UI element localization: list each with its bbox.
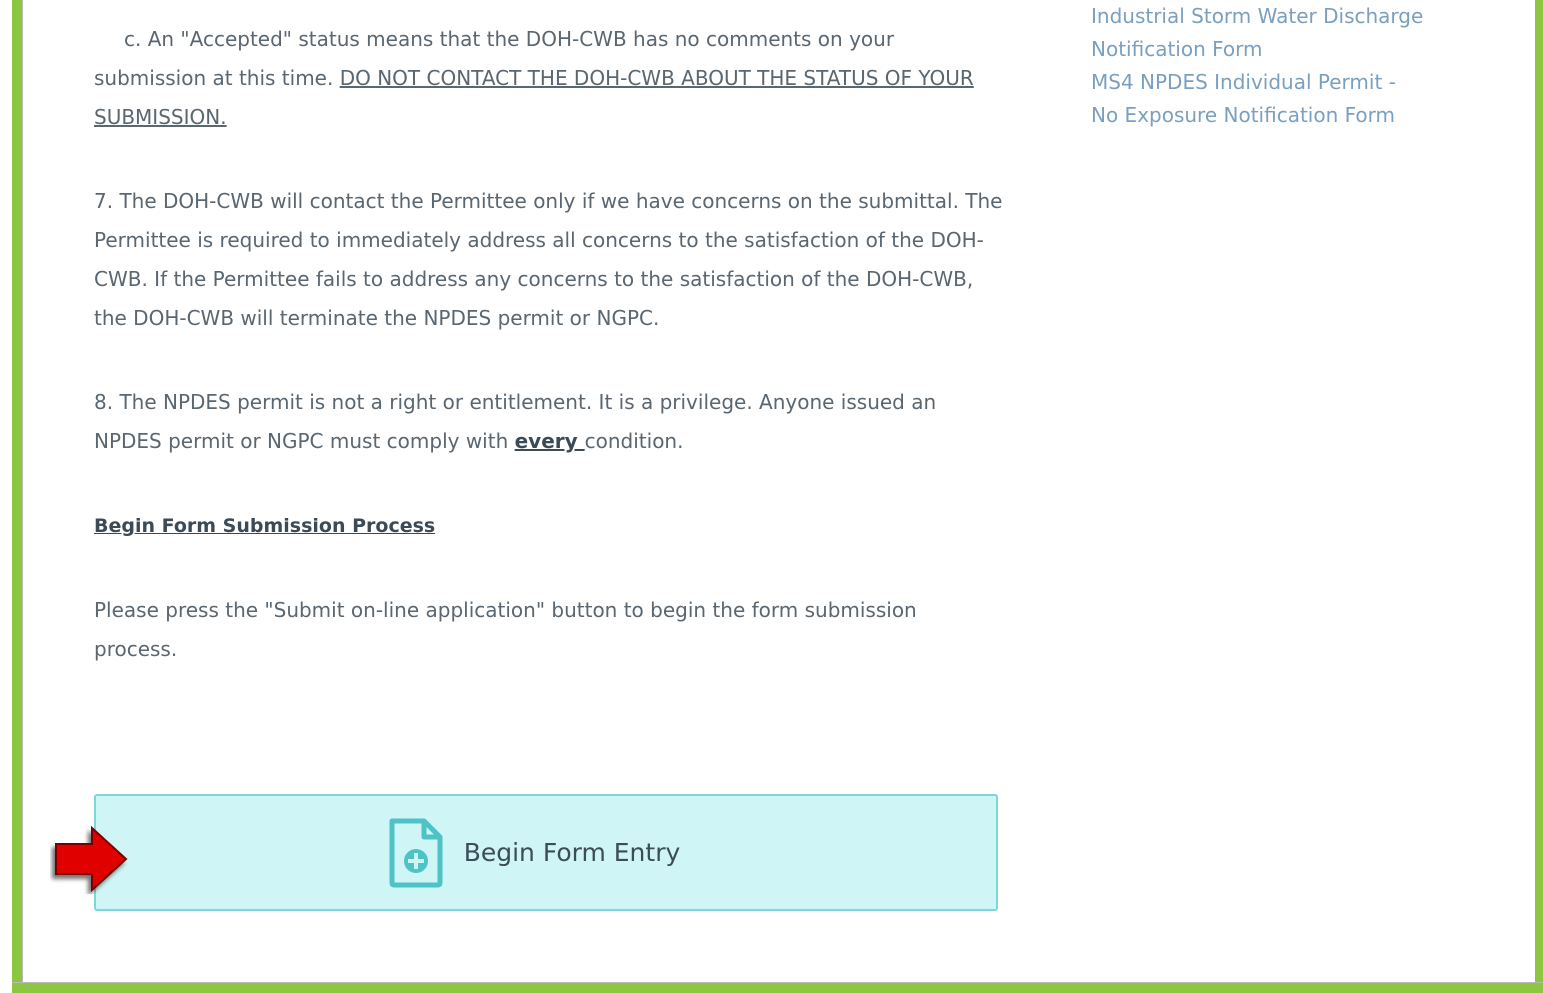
page-content: c. An "Accepted" status means that the D… [23, 0, 1511, 982]
window-border-left [12, 0, 23, 992]
instruction-text: Please press the "Submit on-line applica… [94, 598, 917, 661]
window-border-bottom [12, 982, 1543, 993]
begin-form-entry-button[interactable]: Begin Form Entry [94, 794, 998, 911]
related-forms-sidebar: Industrial Storm Water Discharge Notific… [1091, 0, 1471, 132]
paragraph-c: c. An "Accepted" status means that the D… [94, 20, 1004, 137]
paragraph-7: 7. The DOH-CWB will contact the Permitte… [94, 189, 1003, 330]
sidebar-link-industrial-storm-water[interactable]: Industrial Storm Water Discharge Notific… [1091, 0, 1451, 66]
paragraph-8: 8. The NPDES permit is not a right or en… [94, 383, 1004, 461]
every-emphasis: every [514, 429, 585, 453]
red-arrow-icon [55, 825, 128, 893]
section-title: Begin Form Submission Process [94, 515, 436, 537]
paragraph-8-end: condition. [584, 429, 684, 453]
file-plus-icon [389, 818, 443, 887]
browser-window: c. An "Accepted" status means that the D… [0, 0, 1543, 993]
begin-form-entry-label: Begin Form Entry [463, 838, 681, 867]
instructions-column: c. An "Accepted" status means that the D… [94, 20, 1004, 669]
sidebar-link-ms4-no-exposure[interactable]: MS4 NPDES Individual Permit - No Exposur… [1091, 66, 1421, 132]
window-border-right [1535, 0, 1543, 992]
